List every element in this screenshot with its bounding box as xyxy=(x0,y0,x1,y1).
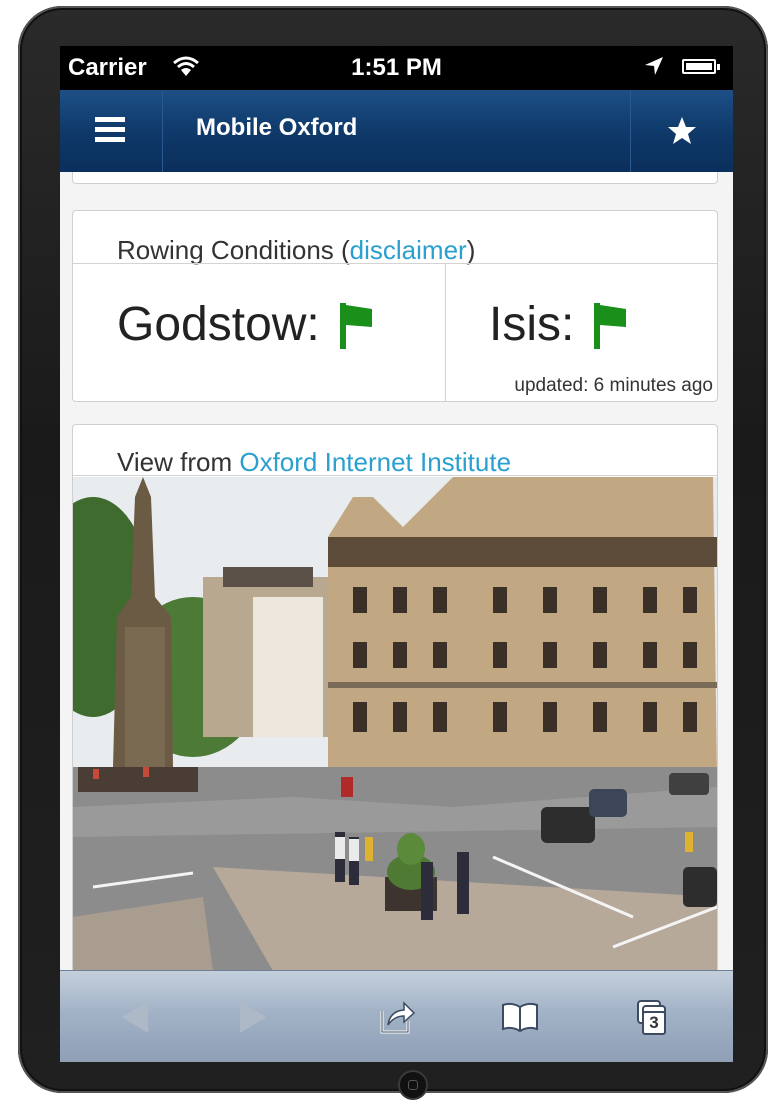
app-header: Mobile Oxford xyxy=(60,90,733,173)
forward-button[interactable] xyxy=(206,971,296,1062)
browser-toolbar: 3 xyxy=(60,970,733,1062)
updated-timestamp: updated: 6 minutes ago xyxy=(514,375,713,396)
menu-button[interactable] xyxy=(60,90,163,172)
star-icon xyxy=(668,117,696,144)
webcam-image[interactable] xyxy=(73,477,717,970)
status-bar: Carrier 1:51 PM xyxy=(60,46,733,90)
page-content[interactable]: Rowing Conditions (disclaimer) Godstow: … xyxy=(60,172,733,970)
back-arrow-icon xyxy=(122,1001,148,1033)
share-icon xyxy=(380,1001,416,1034)
isis-condition: Isis: xyxy=(489,297,627,361)
tabs-button[interactable]: 3 xyxy=(608,971,698,1062)
clock: 1:51 PM xyxy=(351,54,442,81)
bookmarks-book-icon xyxy=(502,1002,538,1033)
webcam-title: View from Oxford Internet Institute xyxy=(117,447,512,477)
webcam-card: View from Oxford Internet Institute xyxy=(72,424,718,970)
tabs-count-badge: 3 xyxy=(642,1011,666,1035)
rowing-conditions-title: Rowing Conditions (disclaimer) xyxy=(117,235,476,265)
home-button[interactable] xyxy=(398,1070,428,1100)
app-title: Mobile Oxford xyxy=(196,114,358,141)
site-name: Godstow: xyxy=(117,298,320,351)
oxford-internet-institute-link[interactable]: Oxford Internet Institute xyxy=(239,447,511,477)
previous-card xyxy=(72,172,718,184)
forward-arrow-icon xyxy=(240,1001,266,1033)
battery-icon xyxy=(682,59,720,74)
back-button[interactable] xyxy=(90,971,180,1062)
screen: Carrier 1:51 PM Mobile Oxford Rowing Con… xyxy=(60,46,733,1062)
share-button[interactable] xyxy=(352,971,442,1062)
green-flag-icon xyxy=(339,303,372,361)
rowing-conditions-card: Rowing Conditions (disclaimer) Godstow: … xyxy=(72,210,718,402)
godstow-condition: Godstow: xyxy=(117,297,372,361)
disclaimer-link[interactable]: disclaimer xyxy=(350,235,467,265)
location-arrow-icon xyxy=(644,56,664,81)
bookmarks-button[interactable] xyxy=(472,971,562,1062)
site-name: Isis: xyxy=(489,298,575,351)
green-flag-icon xyxy=(594,303,627,361)
favourite-button[interactable] xyxy=(630,90,733,172)
